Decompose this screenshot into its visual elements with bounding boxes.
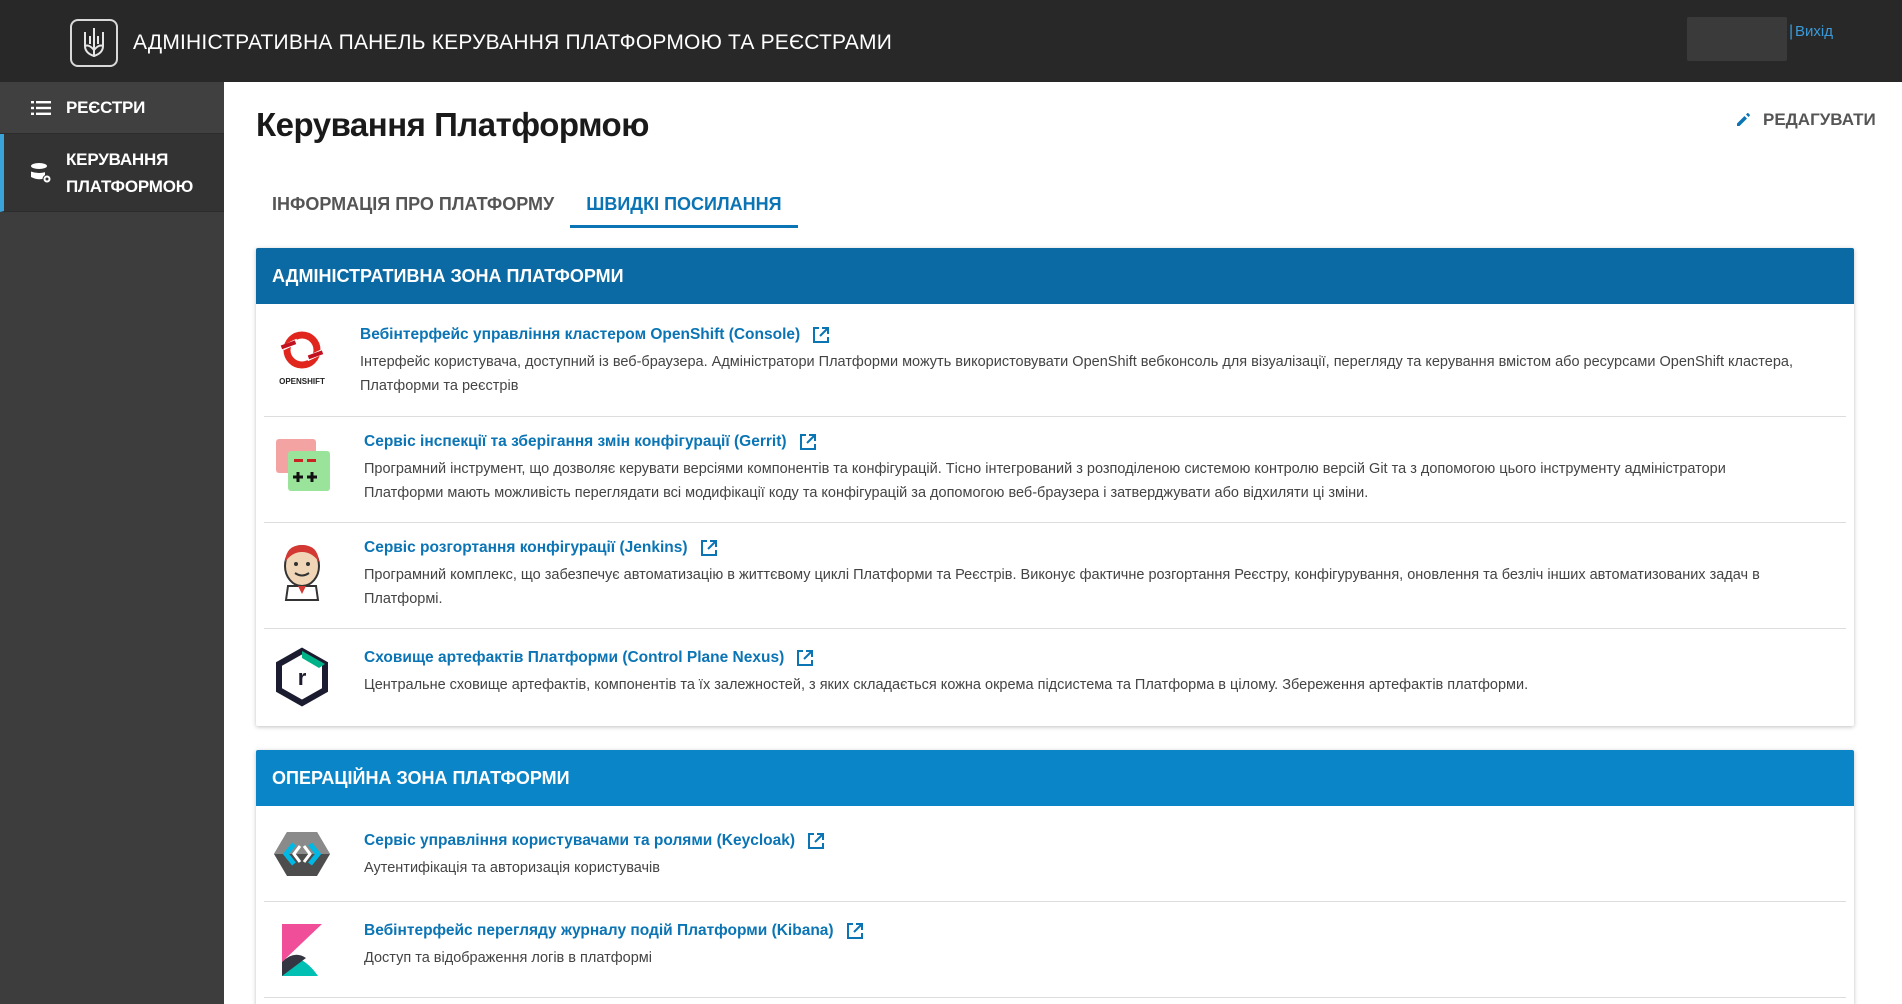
tab-platform-info[interactable]: ІНФОРМАЦІЯ ПРО ПЛАТФОРМУ bbox=[256, 188, 570, 228]
desc-line1: Інтерфейс користувача, доступний із веб-… bbox=[360, 354, 1793, 370]
openshift-logo-text: OPENSHIFT bbox=[279, 377, 325, 386]
nexus-icon: r bbox=[272, 645, 332, 709]
sidebar-label-line1: КЕРУВАННЯ bbox=[66, 149, 169, 169]
kibana-icon bbox=[272, 918, 332, 982]
sidebar-label-line2: ПЛАТФОРМОЮ bbox=[66, 176, 194, 196]
kibana-link[interactable]: Вебінтерфейс перегляду журналу подій Пла… bbox=[364, 922, 864, 940]
external-link-icon bbox=[797, 650, 814, 666]
desc-line2: Платформи мають можливість переглядати в… bbox=[364, 485, 1369, 501]
openshift-icon: OPENSHIFT bbox=[272, 326, 332, 390]
link-description: Аутентифікація та авторизація користувач… bbox=[364, 860, 660, 876]
edit-label: РЕДАГУВАТИ bbox=[1763, 110, 1876, 129]
admin-zone-panel: АДМІНІСТРАТИВНА ЗОНА ПЛАТФОРМИ OPENSHIFT… bbox=[256, 248, 1854, 726]
list-item: Сервіс розгортання конфігурації (Jenkins… bbox=[264, 523, 1846, 629]
sidebar-item-registries[interactable]: РЕЄСТРИ bbox=[0, 82, 224, 134]
tab-bar: ІНФОРМАЦІЯ ПРО ПЛАТФОРМУ ШВИДКІ ПОСИЛАНН… bbox=[256, 188, 798, 228]
jenkins-icon bbox=[272, 539, 332, 603]
keycloak-link[interactable]: Сервіс управління користувачами та ролям… bbox=[364, 832, 825, 850]
link-title-text: Сховище артефактів Платформи (Control Pl… bbox=[364, 649, 785, 666]
link-title-text: Сервіс інспекції та зберігання змін конф… bbox=[364, 433, 787, 450]
user-name-blurred bbox=[1687, 17, 1787, 61]
edit-button[interactable]: РЕДАГУВАТИ bbox=[1735, 110, 1876, 130]
nexus-link[interactable]: Сховище артефактів Платформи (Control Pl… bbox=[364, 649, 814, 667]
link-description: Програмний інструмент, що дозволяє керув… bbox=[364, 457, 1854, 505]
external-link-icon bbox=[700, 540, 717, 556]
gerrit-link[interactable]: Сервіс інспекції та зберігання змін конф… bbox=[364, 433, 817, 451]
pencil-icon bbox=[1737, 113, 1750, 126]
link-title-text: Вебінтерфейс перегляду журналу подій Пла… bbox=[364, 922, 834, 939]
jenkins-link[interactable]: Сервіс розгортання конфігурації (Jenkins… bbox=[364, 539, 718, 557]
database-gear-icon bbox=[30, 162, 52, 184]
nexus-logo-text: r bbox=[298, 665, 307, 690]
desc-line2: Платформи та реєстрів bbox=[360, 378, 519, 394]
tab-quick-links[interactable]: ШВИДКІ ПОСИЛАННЯ bbox=[570, 188, 798, 228]
list-item: Вебінтерфейс перегляду журналу подій Пла… bbox=[264, 902, 1846, 998]
top-bar: АДМІНІСТРАТИВНА ПАНЕЛЬ КЕРУВАННЯ ПЛАТФОР… bbox=[0, 0, 1902, 82]
link-description: Інтерфейс користувача, доступний із веб-… bbox=[360, 350, 1850, 398]
list-item: OPENSHIFT Вебінтерфейс управління класте… bbox=[264, 304, 1846, 417]
desc-line1: Програмний інструмент, що дозволяє керув… bbox=[364, 461, 1726, 477]
app-title: АДМІНІСТРАТИВНА ПАНЕЛЬ КЕРУВАННЯ ПЛАТФОР… bbox=[133, 31, 892, 54]
link-title-text: Сервіс розгортання конфігурації (Jenkins… bbox=[364, 539, 688, 556]
link-title-text: Сервіс управління користувачами та ролям… bbox=[364, 832, 796, 849]
link-description: Центральне сховище артефактів, компонент… bbox=[364, 673, 1854, 697]
admin-zone-title: АДМІНІСТРАТИВНА ЗОНА ПЛАТФОРМИ bbox=[256, 248, 1854, 304]
link-title-text: Вебінтерфейс управління кластером OpenSh… bbox=[360, 326, 801, 343]
link-description: Програмний комплекс, що забезпечує автом… bbox=[364, 563, 1854, 611]
external-link-icon bbox=[799, 434, 816, 450]
sidebar-item-label: КЕРУВАННЯ ПЛАТФОРМОЮ bbox=[66, 146, 193, 200]
desc-line2: Платформі. bbox=[364, 591, 443, 607]
page-title: Керування Платформою bbox=[256, 106, 649, 143]
desc-line1: Центральне сховище артефактів, компонент… bbox=[364, 677, 1529, 693]
list-item: r Сховище артефактів Платформи (Control … bbox=[264, 629, 1846, 725]
sidebar-item-platform[interactable]: КЕРУВАННЯ ПЛАТФОРМОЮ bbox=[0, 134, 224, 212]
external-link-icon bbox=[808, 833, 825, 849]
openshift-console-link[interactable]: Вебінтерфейс управління кластером OpenSh… bbox=[360, 326, 830, 344]
sidebar-item-label: РЕЄСТРИ bbox=[66, 98, 146, 117]
external-link-icon bbox=[813, 327, 830, 343]
link-description: Доступ та відображення логів в платформі bbox=[364, 950, 652, 966]
external-link-icon bbox=[846, 923, 863, 939]
logout-link[interactable]: Вихід bbox=[1795, 23, 1833, 40]
desc-line1: Програмний комплекс, що забезпечує автом… bbox=[364, 567, 1760, 583]
ops-zone-panel: ОПЕРАЦІЙНА ЗОНА ПЛАТФОРМИ Сервіс управлі… bbox=[256, 750, 1854, 1004]
trident-logo-icon[interactable] bbox=[70, 19, 118, 67]
list-item: Сервіс управління користувачами та ролям… bbox=[264, 806, 1846, 902]
keycloak-icon bbox=[272, 822, 332, 886]
ops-zone-title: ОПЕРАЦІЙНА ЗОНА ПЛАТФОРМИ bbox=[256, 750, 1854, 806]
sidebar: РЕЄСТРИ КЕРУВАННЯ ПЛАТФОРМОЮ bbox=[0, 82, 224, 1004]
list-icon bbox=[30, 97, 52, 119]
list-item: Сервіс інспекції та зберігання змін конф… bbox=[264, 417, 1846, 523]
gerrit-icon bbox=[272, 433, 332, 497]
header-separator: | bbox=[1789, 23, 1794, 40]
